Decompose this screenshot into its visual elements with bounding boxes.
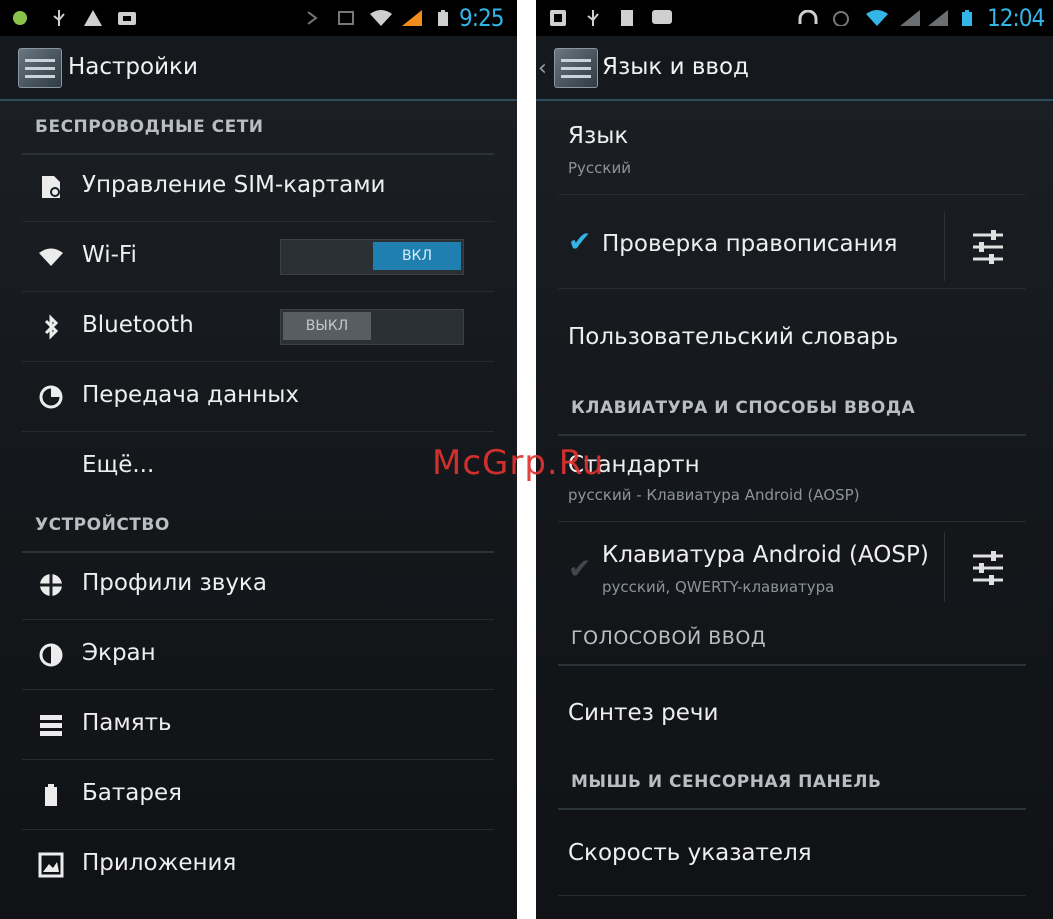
spellcheck-settings-button[interactable] (944, 211, 1009, 281)
section-header-keyboard: КЛАВИАТУРА И СПОСОБЫ ВВОДА (558, 392, 1026, 436)
battery-status-icon (438, 10, 448, 26)
spellcheck-setting[interactable]: ✔ Проверка правописания (558, 207, 1026, 289)
clock: 12:04 (987, 4, 1045, 32)
screenshot-icon (550, 10, 566, 26)
settings-sliders-icon (973, 551, 1003, 585)
data-usage-icon (39, 385, 63, 409)
cell-signal-2-icon (928, 10, 948, 26)
warning-icon (84, 10, 102, 26)
message-icon (652, 10, 672, 24)
language-setting[interactable]: Язык Русский (558, 105, 1026, 195)
settings-item-label: Ещё... (82, 452, 155, 478)
bluetooth-toggle-off: ВЫКЛ (283, 312, 371, 340)
settings-item-label: Профили звука (82, 570, 267, 596)
wifi-icon (39, 248, 63, 266)
status-bar: 9:25 (0, 0, 517, 36)
cell-signal-icon (900, 10, 920, 26)
watermark: McGrp.Ru (432, 443, 605, 483)
bluetooth-toggle[interactable]: ВЫКЛ (280, 309, 464, 345)
page-title: Язык и ввод (602, 54, 749, 80)
tts-label: Синтез речи (568, 700, 719, 726)
spellcheck-checkbox[interactable]: ✔ (568, 225, 591, 258)
settings-item-label: Wi-Fi (82, 242, 137, 268)
settings-item-display[interactable]: Экран (22, 620, 494, 690)
status-bar: 12:04 (536, 0, 1053, 36)
settings-app-icon[interactable] (18, 48, 62, 88)
settings-item-label: Память (82, 710, 172, 736)
default-keyboard-setting[interactable]: Стандартн русский - Клавиатура Android (… (558, 436, 1026, 522)
pointer-speed-label: Скорость указателя (568, 840, 812, 866)
cell-signal-icon (402, 10, 422, 26)
settings-item-label: Управление SIM-картами (82, 172, 386, 198)
settings-item-data-usage[interactable]: Передача данных (22, 362, 494, 432)
settings-item-label: Экран (82, 640, 156, 666)
settings-item-label: Батарея (82, 780, 182, 806)
back-caret-icon[interactable]: ‹ (538, 56, 547, 81)
wifi-signal-icon (866, 10, 888, 26)
sd-card-icon (621, 10, 633, 26)
settings-app-icon[interactable] (554, 48, 598, 88)
storage-icon (40, 715, 62, 736)
vibrate-icon (307, 11, 318, 25)
sim-card-icon (42, 176, 60, 198)
headset-icon (798, 10, 818, 24)
aosp-keyboard-setting[interactable]: ✔ Клавиатура Android (AOSP) русский, QWE… (558, 528, 1026, 612)
sound-profile-icon (40, 574, 62, 596)
settings-item-label: Bluetooth (82, 312, 194, 338)
aosp-keyboard-label: Клавиатура Android (AOSP) (602, 542, 929, 568)
settings-item-battery[interactable]: Батарея (22, 760, 494, 830)
alarm-icon (338, 11, 354, 25)
wifi-signal-icon (370, 10, 392, 26)
settings-item-more[interactable]: Ещё... (22, 432, 494, 502)
sync-icon (833, 11, 849, 26)
section-header-mouse: МЫШЬ И СЕНСОРНАЯ ПАНЕЛЬ (558, 766, 1026, 810)
wifi-toggle-on: ВКЛ (373, 242, 461, 270)
pointer-speed-setting[interactable]: Скорость указателя (558, 812, 1026, 896)
section-header-wireless: БЕСПРОВОДНЫЕ СЕТИ (22, 111, 494, 155)
aosp-keyboard-value: русский, QWERTY-клавиатура (602, 578, 835, 596)
settings-sliders-icon (973, 230, 1003, 264)
user-dictionary-label: Пользовательский словарь (568, 324, 899, 350)
settings-item-label: Передача данных (82, 382, 300, 408)
settings-item-bluetooth[interactable]: Bluetooth ВЫКЛ (22, 292, 494, 362)
settings-item-apps[interactable]: Приложения (22, 830, 494, 900)
display-icon (39, 643, 63, 667)
battery-status-icon (962, 10, 972, 26)
language-input-screen: 12:04 ‹ Язык и ввод Язык Русский ✔ Прове… (536, 0, 1053, 919)
android-debug-icon (118, 12, 136, 25)
settings-item-wifi[interactable]: Wi-Fi ВКЛ (22, 222, 494, 292)
user-dictionary-setting[interactable]: Пользовательский словарь (558, 296, 1026, 380)
action-bar: ‹ Язык и ввод (536, 36, 1053, 101)
tts-setting[interactable]: Синтез речи (558, 672, 1026, 756)
default-keyboard-value: русский - Клавиатура Android (AOSP) (568, 486, 860, 504)
section-header-voice: ГОЛОСОВОЙ ВВОД (558, 622, 1026, 666)
settings-item-sim[interactable]: Управление SIM-картами (22, 152, 494, 222)
settings-item-label: Приложения (82, 850, 237, 876)
language-label: Язык (568, 123, 629, 149)
usb-icon (587, 10, 599, 26)
spellcheck-label: Проверка правописания (602, 231, 898, 257)
section-header-device: УСТРОЙСТВО (22, 509, 494, 553)
battery-icon (45, 784, 57, 806)
action-bar: Настройки (0, 36, 517, 101)
wifi-toggle[interactable]: ВКЛ (280, 239, 464, 275)
settings-item-storage[interactable]: Память (22, 690, 494, 760)
bluetooth-icon (44, 314, 59, 340)
aosp-keyboard-checkbox[interactable]: ✔ (568, 552, 591, 585)
apps-icon (38, 852, 64, 878)
page-title: Настройки (68, 54, 198, 80)
aosp-keyboard-settings-button[interactable] (944, 532, 1009, 602)
usb-icon (53, 10, 65, 26)
settings-item-sound[interactable]: Профили звука (22, 550, 494, 620)
language-value: Русский (568, 159, 631, 177)
notification-dot-icon (13, 11, 27, 25)
clock: 9:25 (459, 4, 504, 32)
